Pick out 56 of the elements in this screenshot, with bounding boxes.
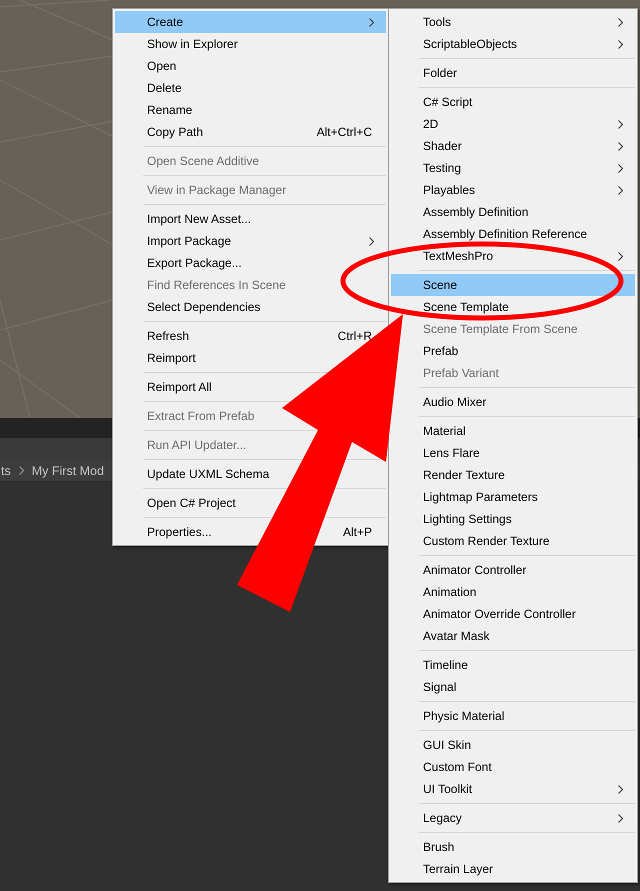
menu-item[interactable]: TextMeshPro bbox=[423, 249, 494, 263]
menu-item[interactable]: Show in Explorer bbox=[147, 37, 238, 51]
menu-item[interactable]: Timeline bbox=[423, 658, 468, 672]
menu-item[interactable]: Custom Render Texture bbox=[423, 534, 550, 548]
breadcrumb-item[interactable]: ts bbox=[1, 464, 11, 478]
menu-item[interactable]: Folder bbox=[423, 66, 458, 80]
menu-item[interactable]: Update UXML Schema bbox=[147, 467, 270, 481]
menu-item[interactable]: Physic Material bbox=[423, 709, 504, 723]
menu-item[interactable]: Copy Path bbox=[147, 125, 204, 139]
menu-item[interactable]: Legacy bbox=[423, 811, 462, 825]
menu-item[interactable]: Lighting Settings bbox=[423, 512, 512, 526]
menu-item[interactable]: Shader bbox=[423, 139, 462, 153]
menu-item[interactable]: Avatar Mask bbox=[423, 629, 490, 643]
menu-item[interactable]: Prefab bbox=[423, 344, 458, 358]
menu-item[interactable]: Scene bbox=[391, 274, 635, 296]
menu-item[interactable]: Animator Override Controller bbox=[423, 607, 576, 621]
menu-item[interactable]: Select Dependencies bbox=[147, 300, 260, 314]
shortcut-text: Ctrl+R bbox=[338, 329, 372, 343]
menu-item[interactable]: Import Package bbox=[147, 234, 232, 248]
menu-item[interactable]: Open C# Project bbox=[147, 496, 236, 510]
menu-item[interactable]: 2D bbox=[423, 117, 438, 131]
menu-item[interactable]: Playables bbox=[423, 183, 476, 197]
menu-item[interactable]: Delete bbox=[147, 81, 182, 95]
menu-item[interactable]: GUI Skin bbox=[423, 738, 472, 752]
breadcrumb-item[interactable]: My First Mod bbox=[32, 464, 104, 478]
menu-item[interactable]: Signal bbox=[423, 680, 456, 694]
menu-item[interactable]: Lightmap Parameters bbox=[423, 490, 538, 504]
menu-item[interactable]: Assembly Definition bbox=[423, 205, 528, 219]
menu-item[interactable]: C# Script bbox=[423, 95, 472, 109]
menu-item[interactable]: Lens Flare bbox=[423, 446, 480, 460]
menu-item[interactable]: Tools bbox=[423, 15, 452, 29]
menu-item[interactable]: Rename bbox=[147, 103, 192, 117]
shortcut-text: Alt+P bbox=[342, 525, 372, 539]
menu-item[interactable]: Assembly Definition Reference bbox=[423, 227, 588, 241]
menu-item[interactable]: Refresh bbox=[147, 329, 190, 343]
menu-item[interactable]: Export Package... bbox=[147, 256, 242, 270]
menu-item[interactable]: Properties... bbox=[147, 525, 212, 539]
menu-item[interactable]: Audio Mixer bbox=[423, 395, 486, 409]
menu-item[interactable]: Custom Font bbox=[423, 760, 492, 774]
menu-item[interactable]: Brush bbox=[423, 840, 454, 854]
menu-item[interactable]: Reimport bbox=[147, 351, 196, 365]
menu-item[interactable]: Reimport All bbox=[147, 380, 212, 394]
menu-item[interactable]: Material bbox=[423, 424, 466, 438]
menu-item[interactable]: ScriptableObjects bbox=[423, 37, 518, 51]
menu-item[interactable]: Open bbox=[147, 59, 176, 73]
menu-item[interactable]: Testing bbox=[423, 161, 462, 175]
menu-item[interactable]: Terrain Layer bbox=[423, 862, 494, 876]
chevron-icon bbox=[18, 466, 24, 475]
menu-item[interactable]: Scene Template bbox=[423, 300, 509, 314]
menu-item[interactable]: Create bbox=[115, 11, 386, 33]
menu-item[interactable]: UI Toolkit bbox=[423, 782, 472, 796]
menu-item[interactable]: Render Texture bbox=[423, 468, 505, 482]
shortcut-text: Alt+Ctrl+C bbox=[316, 125, 372, 139]
menu-item[interactable]: Animation bbox=[423, 585, 476, 599]
menu-item[interactable]: Animator Controller bbox=[423, 563, 526, 577]
menu-item[interactable]: Import New Asset... bbox=[147, 212, 252, 226]
